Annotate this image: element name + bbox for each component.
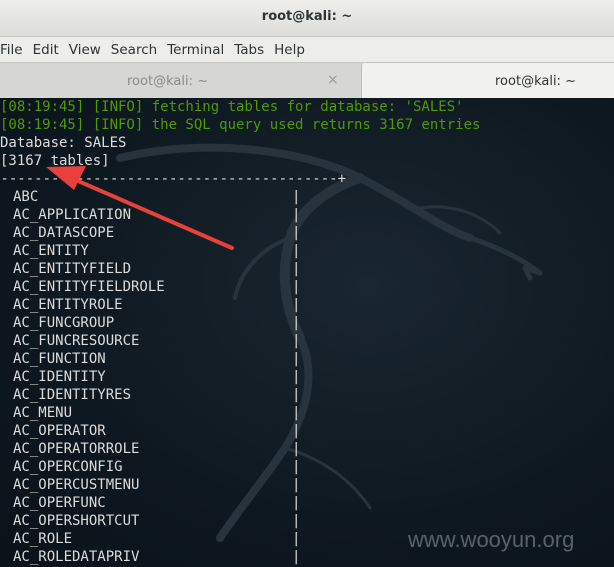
log-line: [08:19:45] [INFO] fetching tables for da… [0,99,464,115]
table-border-cell: | [292,549,301,565]
tab-bar: root@kali: ~ × root@kali: ~ [0,62,614,99]
table-name: ABC [13,189,39,205]
watermark: www.wooyun.org [408,527,575,552]
table-border-cell: | [292,297,301,313]
table-name: AC_ENTITYFIELDROLE [13,279,165,295]
table-name: AC_OPERCUSTMENU [13,477,140,493]
menu-edit[interactable]: Edit [29,42,63,58]
table-name: AC_FUNCGROUP [13,315,115,331]
table-name: AC_OPERFUNC [13,495,106,511]
table-border-cell: | [292,531,301,547]
table-border-cell: | [292,243,301,259]
window-titlebar[interactable]: root@kali: ~ [0,0,614,37]
table-count-line: [3167 tables] [0,153,110,169]
table-border-cell: | [292,423,301,439]
table-name: AC_IDENTITY [13,369,106,385]
tab-1-label: root@kali: ~ [127,74,208,89]
table-border-cell: | [292,441,301,457]
table-border-cell: | [292,495,301,511]
menu-tabs[interactable]: Tabs [230,42,268,58]
table-name: AC_ENTITYFIELD [13,261,132,277]
table-border: +---------------------------------------… [0,171,347,187]
menu-terminal[interactable]: Terminal [163,42,228,58]
table-name: AC_ENTITYROLE [13,297,123,313]
tab-2[interactable]: root@kali: ~ [361,63,614,99]
menu-file[interactable]: File [0,42,27,58]
table-name: AC_ROLE [13,531,73,547]
table-border-cell: | [292,207,301,223]
table-border-cell: | [292,513,301,529]
tab-1[interactable]: root@kali: ~ × [0,63,360,99]
menu-view[interactable]: View [65,42,105,58]
table-border-cell: | [292,279,301,295]
table-border-cell: | [292,261,301,277]
database-line: Database: SALES [0,135,127,151]
table-name: AC_OPERATORROLE [13,441,140,457]
table-name: AC_FUNCTION [13,351,106,367]
table-border-cell: | [292,189,301,205]
table-name: AC_FUNCRESOURCE [13,333,140,349]
table-name: AC_ENTITY [13,243,89,259]
table-border-cell: | [292,225,301,241]
table-border-cell: | [292,477,301,493]
log-line: [08:19:45] [INFO] the SQL query used ret… [0,117,481,133]
table-border-cell: | [292,351,301,367]
table-border-cell: | [292,387,301,403]
tab-2-label: root@kali: ~ [495,74,576,89]
terminal-area[interactable]: [08:19:45] [INFO] fetching tables for da… [0,98,614,567]
table-name: AC_ROLEDATAPRIV [13,549,140,565]
menu-help[interactable]: Help [270,42,309,58]
table-name: AC_OPERSHORTCUT [13,513,140,529]
table-name: AC_OPERATOR [13,423,106,439]
table-border-cell: | [292,333,301,349]
table-name: AC_DATASCOPE [13,225,115,241]
table-name: AC_APPLICATION [13,207,132,223]
table-border-cell: | [292,315,301,331]
table-border-cell: | [292,369,301,385]
table-name: AC_MENU [13,405,73,421]
table-name: AC_IDENTITYRES [13,387,132,403]
table-border-cell: | [292,459,301,475]
table-name: AC_OPERCONFIG [13,459,123,475]
menubar: File Edit View Search Terminal Tabs Help [0,37,614,62]
tab-1-close-icon[interactable]: × [327,72,339,88]
table-border-cell: | [292,405,301,421]
menu-search[interactable]: Search [107,42,161,58]
window-title: root@kali: ~ [261,9,353,24]
